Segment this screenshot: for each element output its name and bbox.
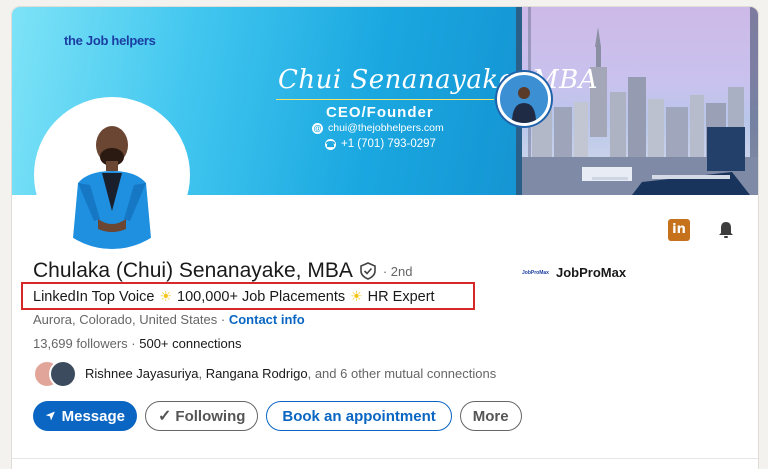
appointment-label: Book an appointment: [282, 407, 436, 425]
more-label: More: [472, 407, 509, 425]
check-icon: ✓: [158, 408, 172, 425]
company-name: JobProMax: [556, 265, 627, 280]
profile-name-row: Chulaka (Chui) Senanayake, MBA · 2nd: [33, 259, 412, 283]
banner-phone: +1 (701) 793-0297: [341, 138, 436, 150]
header-actions: in: [668, 219, 736, 241]
following-label: Following: [175, 407, 246, 425]
signature-underline: [276, 99, 494, 100]
current-company[interactable]: JobProMax JobProMax: [522, 265, 626, 280]
mutual-connections[interactable]: Rishnee Jayasuriya, Rangana Rodrigo, and…: [33, 359, 497, 388]
location-separator: ·: [217, 312, 229, 327]
profile-headline: LinkedIn Top Voice ☀ 100,000+ Job Placem…: [33, 288, 435, 305]
book-appointment-button[interactable]: Book an appointment: [266, 401, 452, 431]
verified-shield-icon[interactable]: [359, 262, 377, 280]
profile-location: Aurora, Colorado, United States: [33, 312, 218, 327]
mutual-name: Rishnee Jayasuriya: [85, 365, 199, 381]
banner-phone-row: ☎ +1 (701) 793-0297: [325, 138, 436, 150]
mutual-avatars: [33, 360, 77, 388]
linkedin-icon[interactable]: in: [668, 219, 690, 241]
email-icon: @: [312, 122, 323, 134]
message-label: Message: [61, 407, 125, 425]
company-logo: JobProMax: [522, 269, 549, 276]
send-icon: [45, 411, 55, 421]
more-button[interactable]: More: [459, 401, 522, 431]
connections-count[interactable]: 500+ connections: [139, 336, 241, 351]
profile-card: the Job helpers Chui Senanayake, MBA CEO…: [12, 7, 758, 469]
banner-email-row: @ chui@thejobhelpers.com: [312, 122, 444, 134]
sun-icon: ☀: [159, 288, 173, 304]
mutual-name: Rangana Rodrigo: [205, 365, 308, 381]
phone-icon: ☎: [325, 138, 336, 150]
brand-logo: the Job helpers: [64, 33, 156, 48]
headline-part-2: 100,000+ Job Placements: [177, 288, 346, 305]
banner-signature: Chui Senanayake, MBA: [278, 65, 599, 95]
following-button[interactable]: ✓ Following: [145, 401, 259, 431]
mutual-rest: , and 6 other mutual connections: [307, 365, 497, 381]
profile-actions: Message ✓ Following Book an appointment …: [33, 401, 522, 431]
mutual-separator: ,: [198, 365, 206, 381]
career-coach-badge: [497, 72, 551, 126]
contact-info-link[interactable]: Contact info: [229, 312, 305, 327]
headline-part-1: LinkedIn Top Voice: [33, 288, 155, 305]
network-stats: 13,699 followers · 500+ connections: [33, 336, 242, 351]
message-button[interactable]: Message: [33, 401, 137, 431]
connection-degree: · 2nd: [382, 263, 413, 279]
banner-email: chui@thejobhelpers.com: [328, 122, 444, 134]
bell-icon[interactable]: [716, 220, 736, 240]
section-divider: [12, 458, 758, 459]
city-skyline-image: [522, 7, 758, 195]
banner-role: CEO/Founder: [326, 104, 434, 121]
profile-avatar[interactable]: [34, 97, 190, 253]
profile-name: Chulaka (Chui) Senanayake, MBA: [33, 259, 353, 282]
followers-count[interactable]: 13,699 followers: [33, 336, 128, 351]
avatar: [49, 360, 77, 388]
location-row: Aurora, Colorado, United States · Contac…: [33, 312, 305, 327]
sun-icon: ☀: [350, 288, 363, 304]
stats-separator: ·: [127, 336, 140, 351]
headline-part-3: HR Expert: [367, 288, 435, 305]
